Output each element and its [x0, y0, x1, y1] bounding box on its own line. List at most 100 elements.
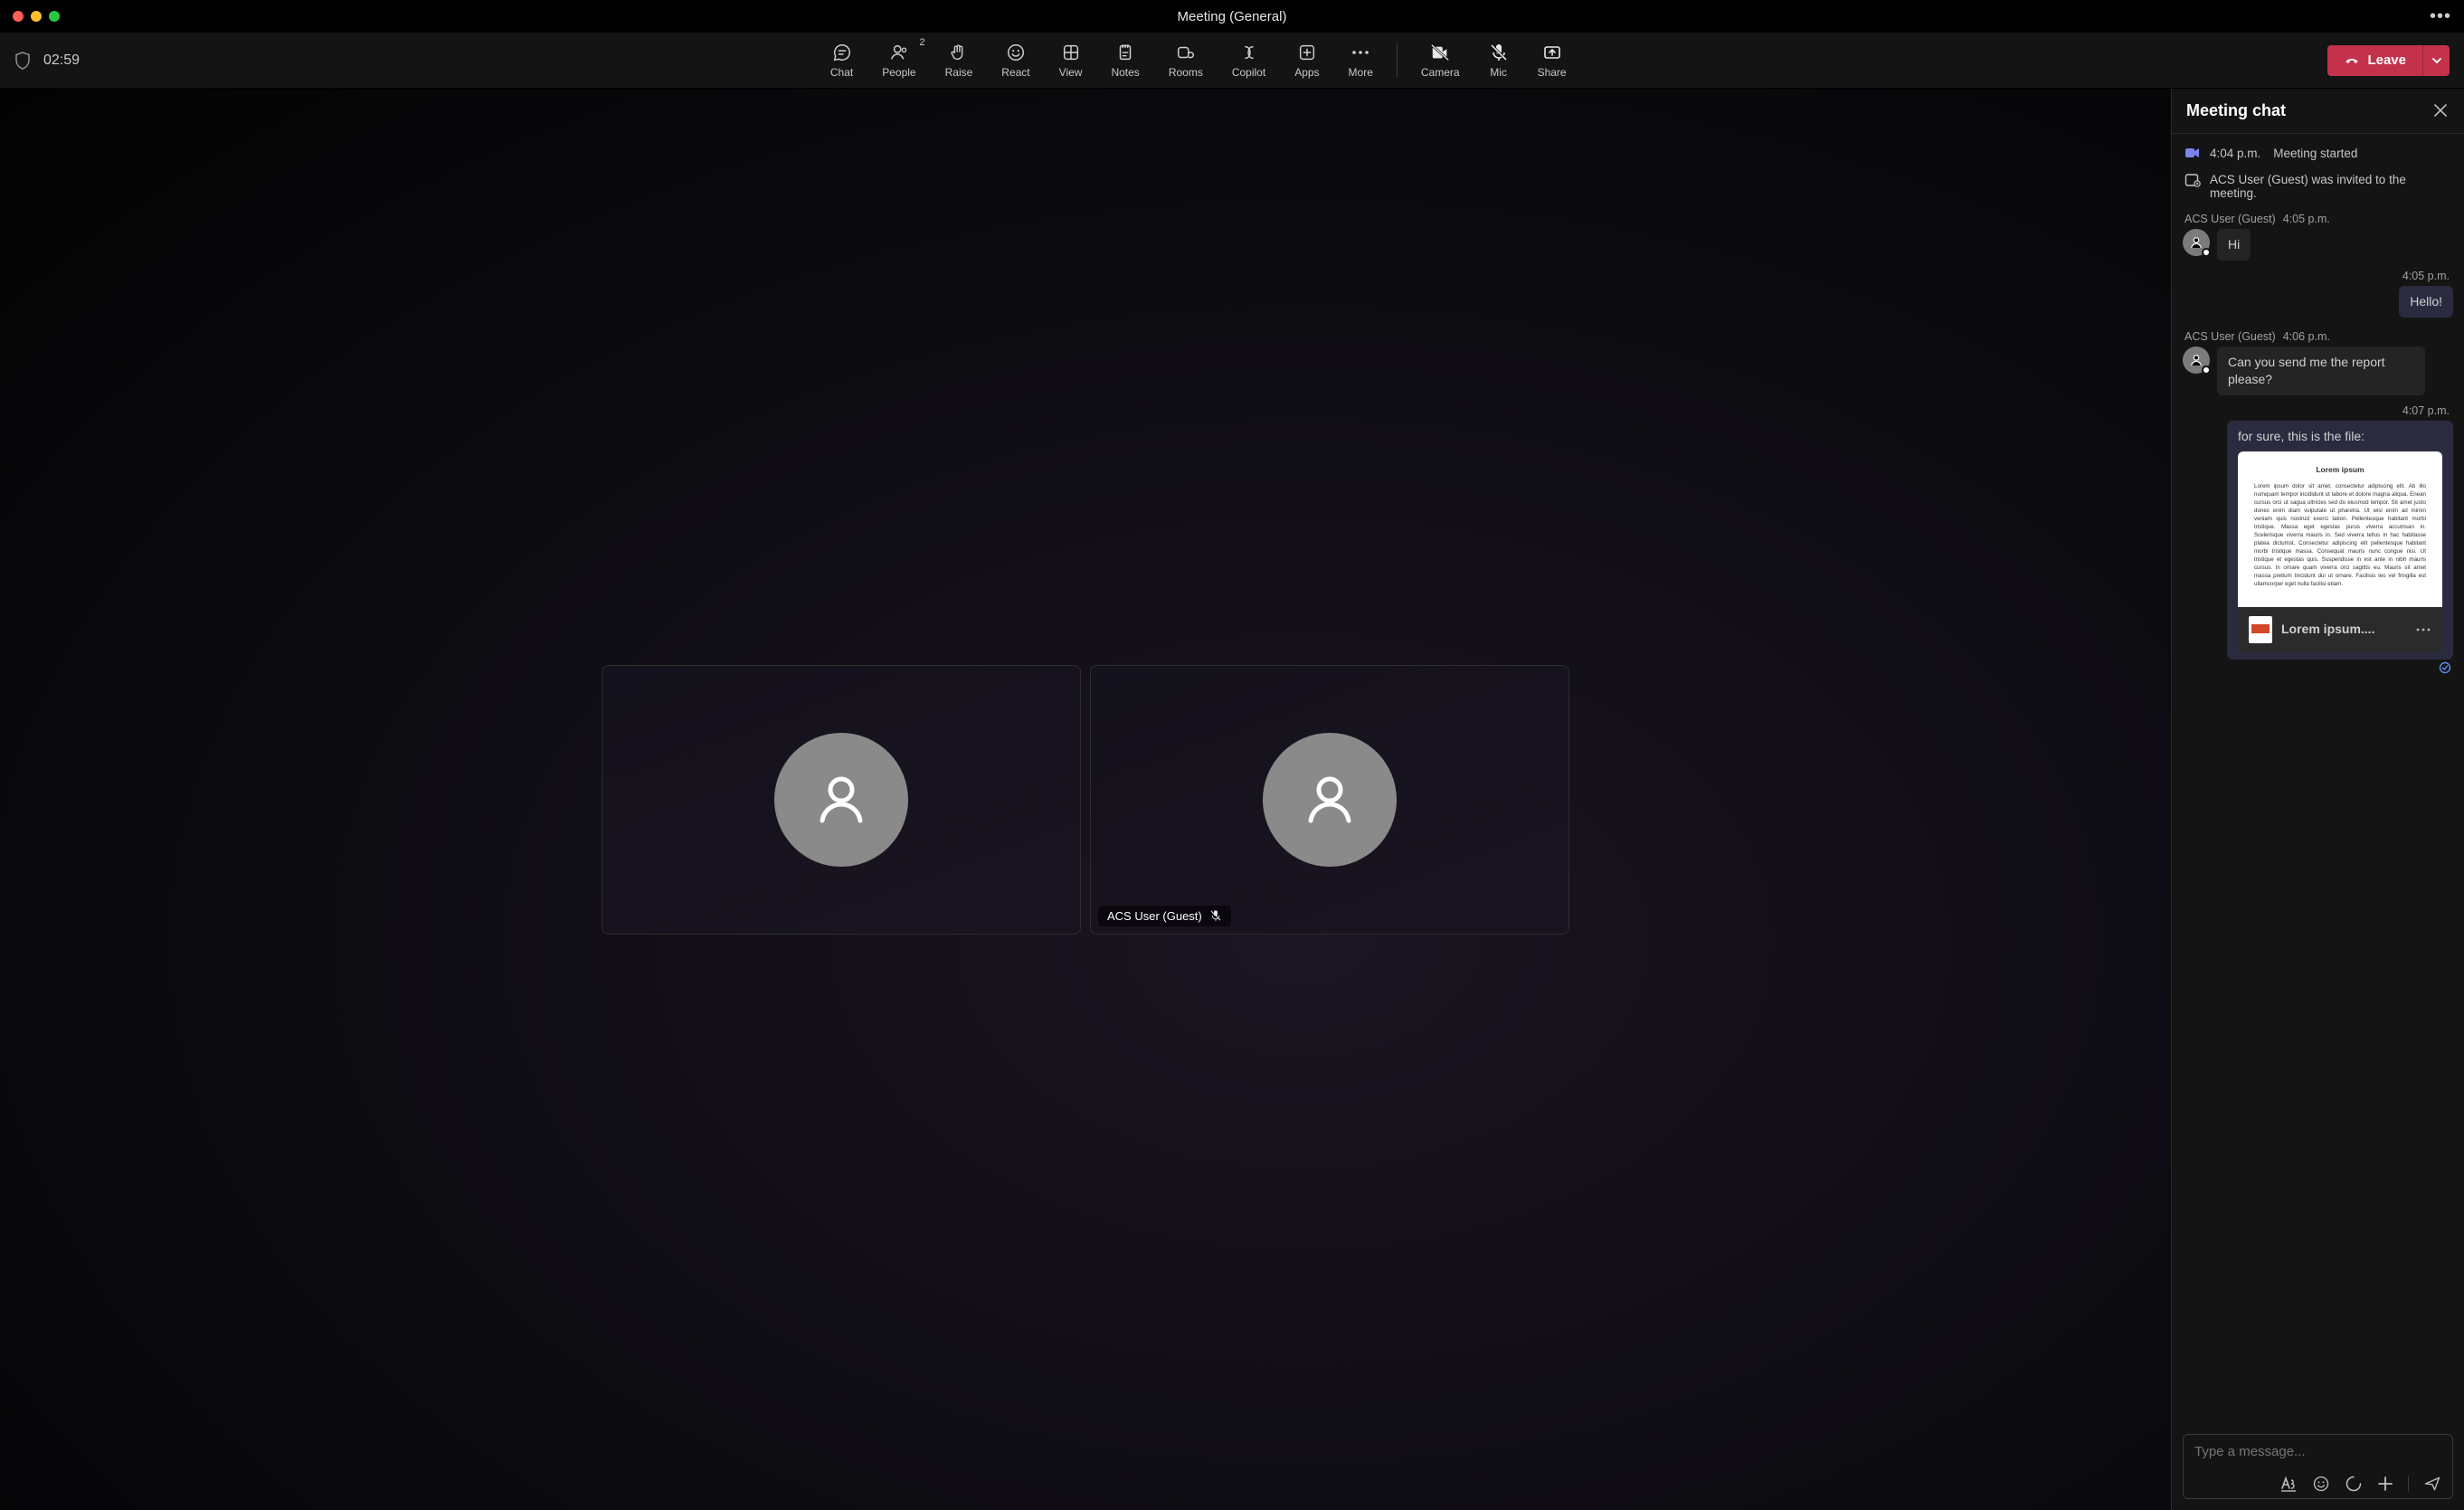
toolbar-rooms[interactable]: Rooms: [1154, 39, 1218, 82]
copilot-icon: [1239, 43, 1259, 62]
person-icon: [2189, 235, 2203, 250]
participant-name-label: ACS User (Guest): [1098, 906, 1231, 926]
send-button[interactable]: [2423, 1475, 2441, 1493]
close-window[interactable]: [13, 11, 24, 22]
window-controls: [13, 11, 60, 22]
message-outgoing: 4:05 p.m. Hello!: [2183, 268, 2453, 318]
compose-area: [2172, 1425, 2464, 1510]
message-time: 4:05 p.m.: [2402, 270, 2450, 282]
file-preview: Lorem ipsum Lorem ipsum dolor sit amet, …: [2238, 451, 2442, 606]
close-panel-button[interactable]: [2433, 103, 2450, 119]
toolbar-label: Apps: [1294, 66, 1319, 79]
file-preview-title: Lorem ipsum: [2254, 464, 2426, 475]
system-event-text: Meeting started: [2273, 147, 2357, 160]
message-bubble[interactable]: Can you send me the report please?: [2217, 347, 2425, 395]
toolbar-label: More: [1349, 66, 1373, 79]
people-icon: [889, 43, 909, 62]
emoji-icon[interactable]: [2312, 1475, 2330, 1493]
grid-icon: [1061, 43, 1081, 62]
chat-panel: Meeting chat 4:04 p.m. Meeting started A…: [2171, 89, 2464, 1510]
toolbar-react[interactable]: React: [987, 39, 1044, 82]
shield-icon[interactable]: [14, 52, 31, 70]
message-input[interactable]: [2194, 1444, 2441, 1459]
minimize-window[interactable]: [31, 11, 42, 22]
toolbar-label: Chat: [830, 66, 853, 79]
file-info-bar: Lorem ipsum....: [2238, 607, 2442, 652]
toolbar-label: Notes: [1111, 66, 1139, 79]
chat-panel-header: Meeting chat: [2172, 89, 2464, 133]
presence-dot: [2202, 248, 2211, 257]
toolbar-mic[interactable]: Mic: [1474, 39, 1523, 82]
message-meta: ACS User (Guest) 4:05 p.m.: [2184, 213, 2451, 225]
system-event-time: 4:04 p.m.: [2210, 147, 2260, 160]
toolbar-share[interactable]: Share: [1523, 39, 1581, 82]
share-screen-icon: [1542, 43, 1562, 62]
rooms-icon: [1176, 43, 1196, 62]
titlebar-more-icon[interactable]: •••: [2430, 6, 2451, 27]
chevron-down-icon: [2431, 55, 2442, 66]
powerpoint-file-icon: [2249, 616, 2272, 643]
apps-icon: [1297, 43, 1317, 62]
toolbar-label: Copilot: [1232, 66, 1265, 79]
toolbar-apps[interactable]: Apps: [1280, 39, 1333, 82]
mic-muted-icon: [1209, 909, 1222, 922]
system-event-meeting-started: 4:04 p.m. Meeting started: [2183, 143, 2453, 164]
message-sender: ACS User (Guest): [2184, 330, 2276, 343]
emoji-icon: [1006, 43, 1026, 62]
toolbar-notes[interactable]: Notes: [1096, 39, 1153, 82]
close-icon: [2433, 103, 2448, 118]
more-icon: [1350, 43, 1370, 62]
message-meta: ACS User (Guest) 4:06 p.m.: [2184, 330, 2451, 343]
format-icon[interactable]: [2279, 1476, 2298, 1492]
system-event-invited: ACS User (Guest) was invited to the meet…: [2183, 169, 2453, 204]
file-more-button[interactable]: [2415, 627, 2431, 632]
calendar-add-icon: [2184, 173, 2201, 200]
participant-tile-guest[interactable]: ACS User (Guest): [1090, 665, 1569, 935]
message-incoming: Can you send me the report please?: [2183, 347, 2453, 395]
toolbar-label: Camera: [1421, 66, 1460, 79]
toolbar-label: People: [882, 66, 915, 79]
leave-caret[interactable]: [2422, 45, 2450, 76]
people-count: 2: [919, 37, 924, 48]
toolbar-camera[interactable]: Camera: [1407, 39, 1474, 82]
participant-tile-self[interactable]: [602, 665, 1081, 935]
separator: [2408, 1476, 2409, 1492]
message-bubble[interactable]: Hello!: [2399, 286, 2453, 318]
compose-tools: [2194, 1475, 2441, 1493]
toolbar-view[interactable]: View: [1045, 39, 1097, 82]
presence-dot: [2202, 366, 2211, 375]
toolbar-copilot[interactable]: Copilot: [1218, 39, 1280, 82]
message-bubble[interactable]: Hi: [2217, 229, 2251, 261]
toolbar-chat[interactable]: Chat: [816, 39, 867, 82]
avatar-placeholder: [1263, 733, 1397, 867]
toolbar-label: Raise: [945, 66, 973, 79]
participant-name: ACS User (Guest): [1107, 909, 1202, 923]
message-outgoing-with-file: 4:07 p.m. for sure, this is the file: Lo…: [2183, 403, 2453, 674]
system-event-text: ACS User (Guest) was invited to the meet…: [2210, 173, 2451, 200]
person-icon: [2189, 353, 2203, 367]
file-preview-body: Lorem ipsum dolor sit amet, consectetur …: [2254, 483, 2426, 589]
message-text: for sure, this is the file:: [2238, 428, 2442, 445]
file-name: Lorem ipsum....: [2281, 621, 2406, 638]
compose-box[interactable]: [2183, 1434, 2453, 1499]
chat-messages: 4:04 p.m. Meeting started ACS User (Gues…: [2172, 134, 2464, 1425]
toolbar-people[interactable]: 2 People: [867, 39, 930, 82]
message-incoming: Hi: [2183, 229, 2453, 261]
sender-avatar[interactable]: [2183, 229, 2210, 256]
window-title: Meeting (General): [1178, 9, 1287, 24]
file-attachment[interactable]: Lorem ipsum Lorem ipsum dolor sit amet, …: [2238, 451, 2442, 651]
leave-label: Leave: [2367, 52, 2406, 68]
add-icon[interactable]: [2377, 1476, 2393, 1492]
toolbar-more[interactable]: More: [1334, 39, 1388, 82]
toolbar-raise[interactable]: Raise: [931, 39, 988, 82]
message-bubble[interactable]: for sure, this is the file: Lorem ipsum …: [2227, 421, 2453, 660]
notes-icon: [1115, 43, 1135, 62]
chat-icon: [832, 43, 852, 62]
toolbar-label: Share: [1538, 66, 1567, 79]
message-time: 4:05 p.m.: [2283, 213, 2330, 225]
leave-button[interactable]: Leave: [2327, 45, 2422, 76]
camera-off-icon: [1430, 43, 1450, 62]
loop-icon[interactable]: [2345, 1475, 2363, 1493]
sender-avatar[interactable]: [2183, 347, 2210, 374]
fullscreen-window[interactable]: [49, 11, 60, 22]
